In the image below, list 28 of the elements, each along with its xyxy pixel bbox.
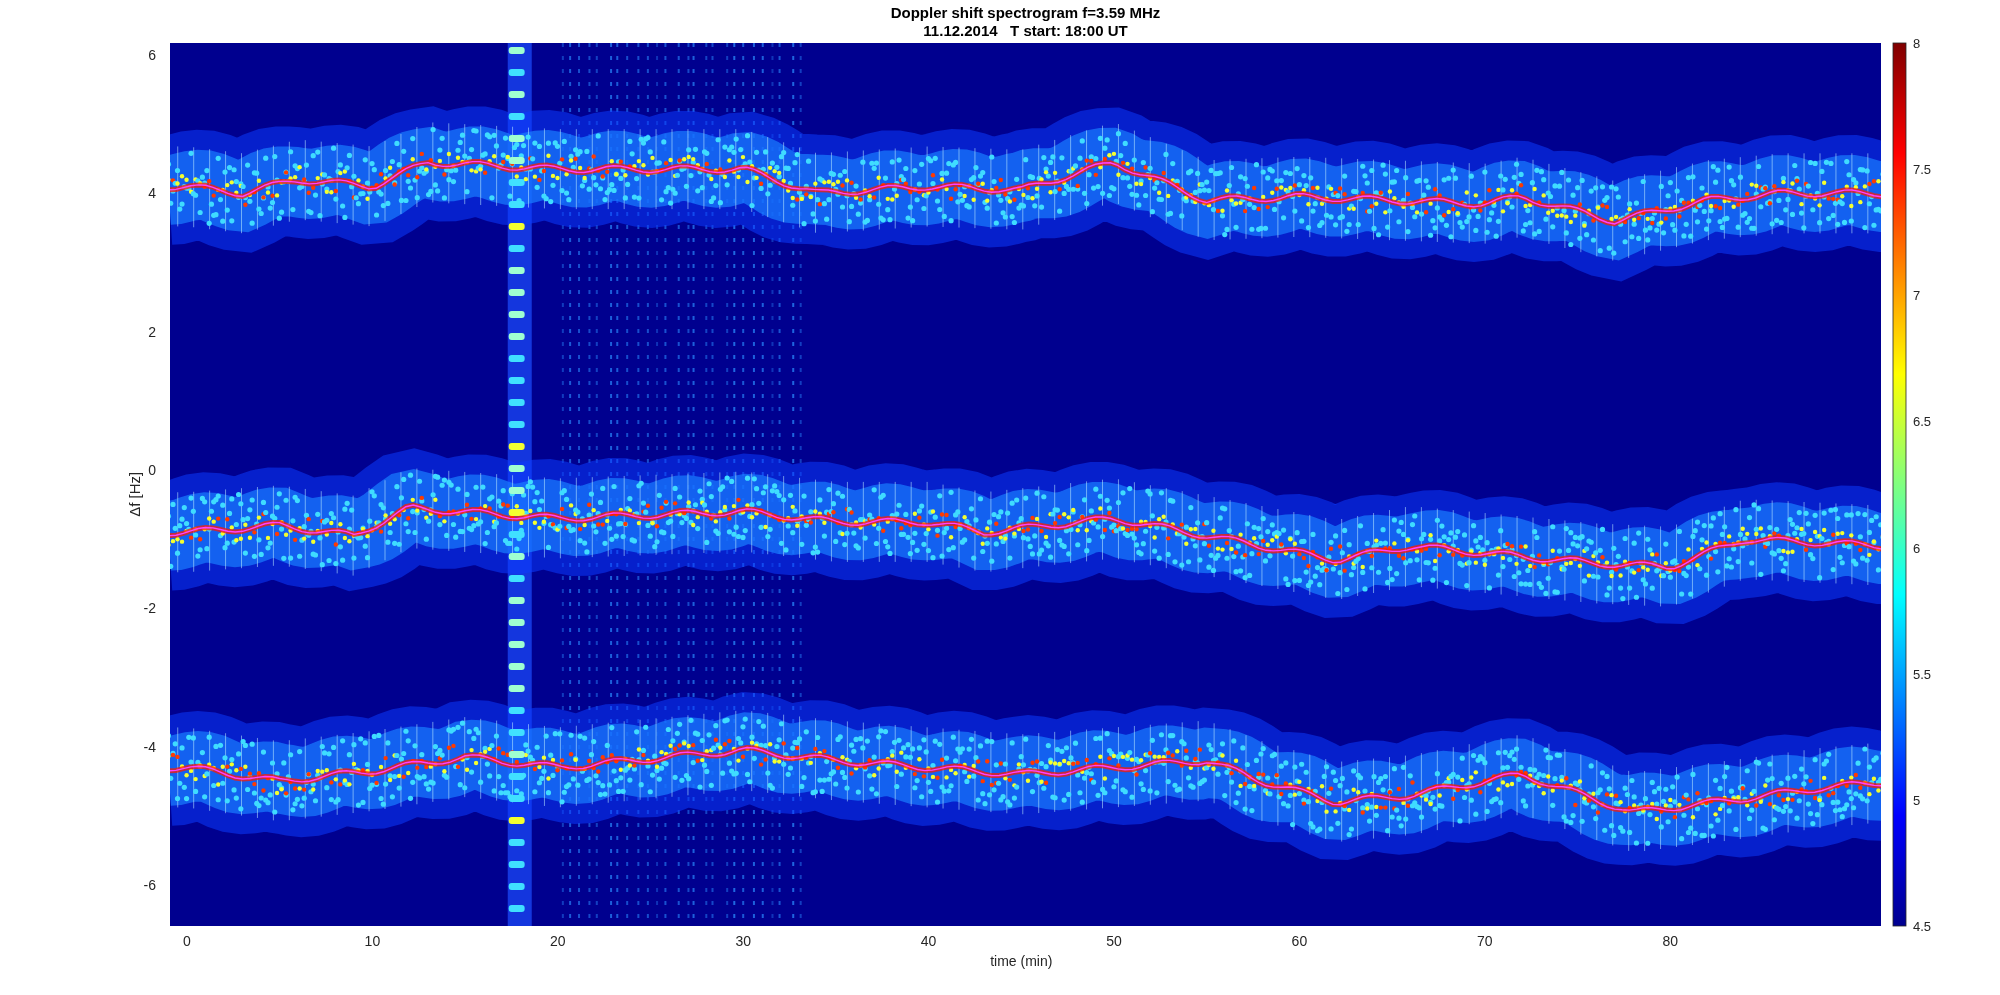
x-tick-label: 10	[364, 933, 381, 949]
x-tick-label: 30	[735, 933, 751, 949]
x-axis-label: time (min)	[990, 953, 1053, 969]
y-tick-label: 4	[148, 185, 156, 202]
y-tick-label: -2	[143, 600, 156, 617]
x-tick-label: 40	[920, 933, 937, 949]
colorbar-tick-label: 4.5	[1913, 919, 1932, 934]
plot-title: 11.12.2014 T start: 18:00 UT	[923, 22, 1128, 39]
colorbar-tick-label: 6.5	[1913, 414, 1932, 430]
colorbar-tick-label: 8	[1913, 36, 1921, 51]
y-axis-label: Δf [Hz]	[126, 471, 143, 517]
y-tick-label: 0	[148, 462, 156, 478]
y-tick-label: -6	[143, 877, 156, 894]
y-tick-label: 2	[148, 323, 156, 340]
colorbar-tick-label: 7.5	[1913, 162, 1932, 178]
colorbar-tick-label: 5.5	[1913, 666, 1932, 682]
colorbar-tick-label: 5	[1913, 792, 1921, 808]
x-tick-label: 60	[1291, 933, 1308, 949]
y-tick-label: 6	[148, 47, 156, 63]
x-tick-label: 20	[550, 933, 566, 949]
x-tick-label: 0	[183, 933, 191, 949]
colorbar-tick-label: 7	[1913, 288, 1921, 304]
x-tick-label: 50	[1106, 933, 1122, 949]
x-tick-label: 80	[1662, 933, 1678, 949]
x-tick-label: 70	[1477, 933, 1493, 949]
colorbar-tick-label: 6	[1913, 540, 1921, 556]
y-tick-label: -4	[143, 738, 156, 755]
plot-title: Doppler shift spectrogram f=3.59 MHz	[890, 4, 1161, 21]
